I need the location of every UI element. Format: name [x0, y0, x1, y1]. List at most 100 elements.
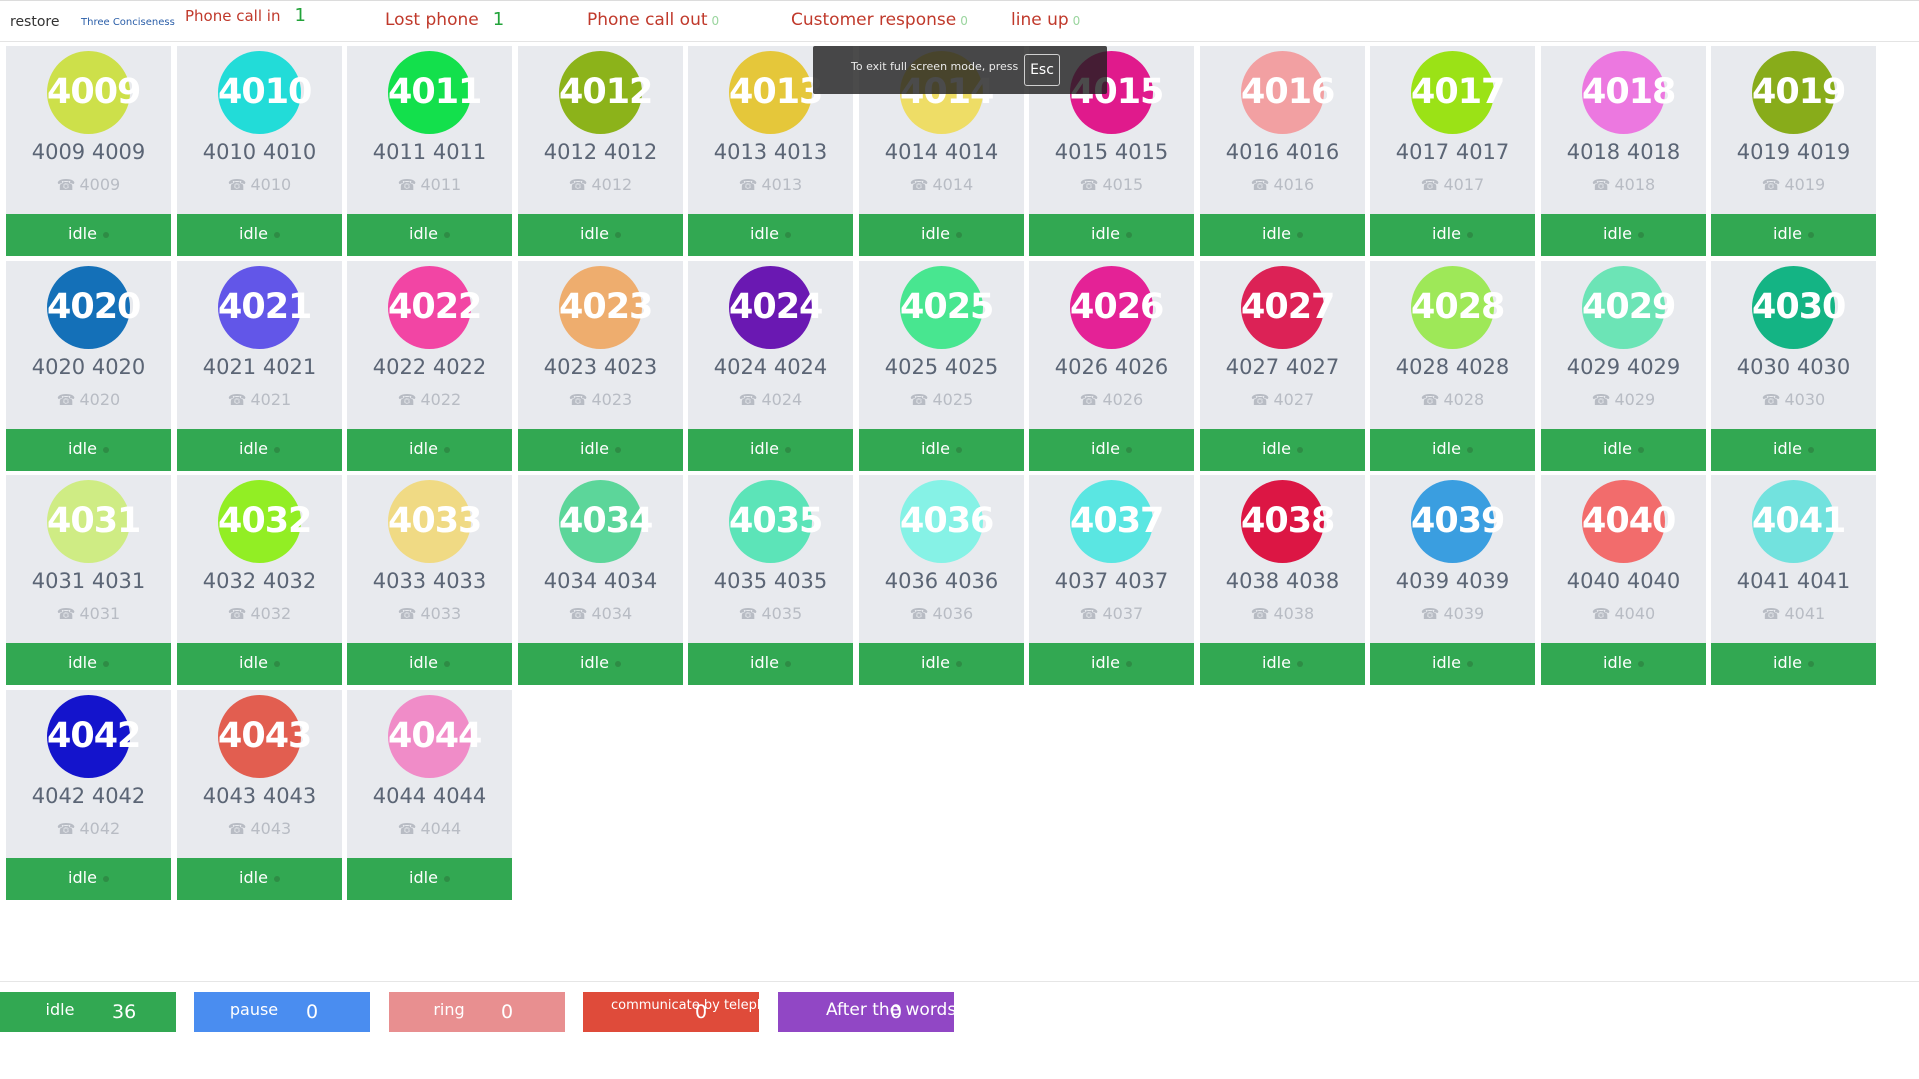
agent-status-button[interactable]: idle [347, 643, 512, 685]
agent-status-button[interactable]: idle [1541, 429, 1706, 471]
agent-status-button[interactable]: idle [1711, 214, 1876, 256]
agent-status-button[interactable]: idle [1370, 643, 1535, 685]
agent-status-button[interactable]: idle [1200, 429, 1365, 471]
agent-status-button[interactable]: idle [1370, 429, 1535, 471]
agent-card[interactable]: 4031 4031 4031 ☎ 4031 idle [6, 475, 171, 685]
agent-card[interactable]: 4025 4025 4025 ☎ 4025 idle [859, 261, 1024, 471]
agent-status-label: idle [1091, 653, 1120, 672]
agent-card[interactable]: 4036 4036 4036 ☎ 4036 idle [859, 475, 1024, 685]
agent-status-button[interactable]: idle [347, 858, 512, 900]
agent-card[interactable]: 4026 4026 4026 ☎ 4026 idle [1029, 261, 1194, 471]
agent-card[interactable]: 4011 4011 4011 ☎ 4011 idle [347, 46, 512, 256]
agent-status-button[interactable]: idle [859, 429, 1024, 471]
agent-card[interactable]: 4043 4043 4043 ☎ 4043 idle [177, 690, 342, 900]
agent-card[interactable]: 4032 4032 4032 ☎ 4032 idle [177, 475, 342, 685]
agent-card[interactable]: 4030 4030 4030 ☎ 4030 idle [1711, 261, 1876, 471]
agent-name: 4043 4043 [202, 784, 317, 808]
line-up-stat[interactable]: line up 0 [1011, 7, 1080, 33]
line-up-label: line up [1011, 10, 1069, 30]
phone-icon: ☎ [1761, 605, 1781, 623]
agent-status-button[interactable]: idle [6, 643, 171, 685]
agent-card[interactable]: 4017 4017 4017 ☎ 4017 idle [1370, 46, 1535, 256]
phone-icon: ☎ [909, 176, 929, 194]
agent-avatar: 4017 [1411, 51, 1505, 134]
agent-card[interactable]: 4042 4042 4042 ☎ 4042 idle [6, 690, 171, 900]
agent-name: 4019 4019 [1736, 140, 1851, 164]
three-conciseness-link[interactable]: Three Conciseness [81, 10, 175, 36]
agent-card[interactable]: 4034 4034 4034 ☎ 4034 idle [518, 475, 683, 685]
agent-card[interactable]: 4016 4016 4016 ☎ 4016 idle [1200, 46, 1365, 256]
agent-card[interactable]: 4021 4021 4021 ☎ 4021 idle [177, 261, 342, 471]
summary-communicate-button[interactable]: communicate by telephone 0 [583, 992, 789, 1032]
agent-extension-number: 4028 [1443, 390, 1485, 409]
agent-status-label: idle [1262, 224, 1291, 243]
agent-card[interactable]: 4044 4044 4044 ☎ 4044 idle [347, 690, 512, 900]
agent-card[interactable]: 4038 4038 4038 ☎ 4038 idle [1200, 475, 1365, 685]
summary-ring-button[interactable]: ring 0 [389, 992, 565, 1032]
agent-card[interactable]: 4028 4028 4028 ☎ 4028 idle [1370, 261, 1535, 471]
agent-status-button[interactable]: idle [1029, 214, 1194, 256]
agent-card[interactable]: 4040 4040 4040 ☎ 4040 idle [1541, 475, 1706, 685]
agent-card[interactable]: 4012 4012 4012 ☎ 4012 idle [518, 46, 683, 256]
agent-status-label: idle [921, 653, 950, 672]
agent-status-button[interactable]: idle [859, 214, 1024, 256]
phone-call-out-stat[interactable]: Phone call out 0 [587, 7, 719, 33]
agent-status-button[interactable]: idle [1200, 214, 1365, 256]
agent-status-button[interactable]: idle [518, 214, 683, 256]
restore-button[interactable]: restore [10, 9, 59, 35]
agent-status-button[interactable]: idle [688, 429, 853, 471]
agent-card[interactable]: 4041 4041 4041 ☎ 4041 idle [1711, 475, 1876, 685]
agent-status-button[interactable]: idle [518, 429, 683, 471]
agent-status-button[interactable]: idle [177, 643, 342, 685]
summary-pause-button[interactable]: pause 0 [194, 992, 370, 1032]
agent-status-button[interactable]: idle [688, 214, 853, 256]
agent-status-button[interactable]: idle [1029, 429, 1194, 471]
agent-status-button[interactable]: idle [347, 429, 512, 471]
agent-card[interactable]: 4039 4039 4039 ☎ 4039 idle [1370, 475, 1535, 685]
agent-status-button[interactable]: idle [6, 214, 171, 256]
agent-card[interactable]: 4022 4022 4022 ☎ 4022 idle [347, 261, 512, 471]
agent-card[interactable]: 4033 4033 4033 ☎ 4033 idle [347, 475, 512, 685]
agent-status-button[interactable]: idle [177, 858, 342, 900]
agent-card[interactable]: 4020 4020 4020 ☎ 4020 idle [6, 261, 171, 471]
agent-card[interactable]: 4009 4009 4009 ☎ 4009 idle [6, 46, 171, 256]
phone-call-in-stat[interactable]: Phone call in 1 [185, 3, 306, 29]
agent-card[interactable]: 4037 4037 4037 ☎ 4037 idle [1029, 475, 1194, 685]
agent-status-button[interactable]: idle [859, 643, 1024, 685]
top-bar: restore Three Conciseness Phone call in 1… [0, 0, 1919, 42]
agent-card[interactable]: 4019 4019 4019 ☎ 4019 idle [1711, 46, 1876, 256]
agent-card[interactable]: 4024 4024 4024 ☎ 4024 idle [688, 261, 853, 471]
agent-status-button[interactable]: idle [1370, 214, 1535, 256]
agent-status-button[interactable]: idle [1029, 643, 1194, 685]
agent-status-button[interactable]: idle [1711, 643, 1876, 685]
agent-status-button[interactable]: idle [177, 214, 342, 256]
phone-icon: ☎ [397, 605, 417, 623]
agent-avatar: 4011 [388, 51, 482, 134]
agent-status-button[interactable]: idle [6, 429, 171, 471]
agent-status-button[interactable]: idle [177, 429, 342, 471]
agent-status-button[interactable]: idle [6, 858, 171, 900]
agent-status-button[interactable]: idle [1711, 429, 1876, 471]
agent-extension-number: 4010 [250, 175, 292, 194]
agent-status-button[interactable]: idle [1200, 643, 1365, 685]
customer-response-stat[interactable]: Customer response 0 [791, 7, 968, 33]
agent-status-button[interactable]: idle [518, 643, 683, 685]
summary-after-words-button[interactable]: After the words 0 [778, 992, 956, 1032]
agent-extension: ☎ 4015 [1029, 175, 1194, 194]
agent-status-button[interactable]: idle [688, 643, 853, 685]
agent-card[interactable]: 4027 4027 4027 ☎ 4027 idle [1200, 261, 1365, 471]
agent-status-button[interactable]: idle [1541, 214, 1706, 256]
agent-status-label: idle [68, 653, 97, 672]
lost-phone-stat[interactable]: Lost phone 1 [385, 7, 504, 33]
agent-extension: ☎ 4009 [6, 175, 171, 194]
agent-status-button[interactable]: idle [1541, 643, 1706, 685]
summary-idle-button[interactable]: idle 36 [0, 992, 176, 1032]
agent-card[interactable]: 4029 4029 4029 ☎ 4029 idle [1541, 261, 1706, 471]
agent-status-label: idle [1091, 439, 1120, 458]
agent-card[interactable]: 4035 4035 4035 ☎ 4035 idle [688, 475, 853, 685]
agent-status-button[interactable]: idle [347, 214, 512, 256]
agent-card[interactable]: 4010 4010 4010 ☎ 4010 idle [177, 46, 342, 256]
agent-card[interactable]: 4018 4018 4018 ☎ 4018 idle [1541, 46, 1706, 256]
agent-card[interactable]: 4023 4023 4023 ☎ 4023 idle [518, 261, 683, 471]
agent-status-label: idle [1603, 439, 1632, 458]
